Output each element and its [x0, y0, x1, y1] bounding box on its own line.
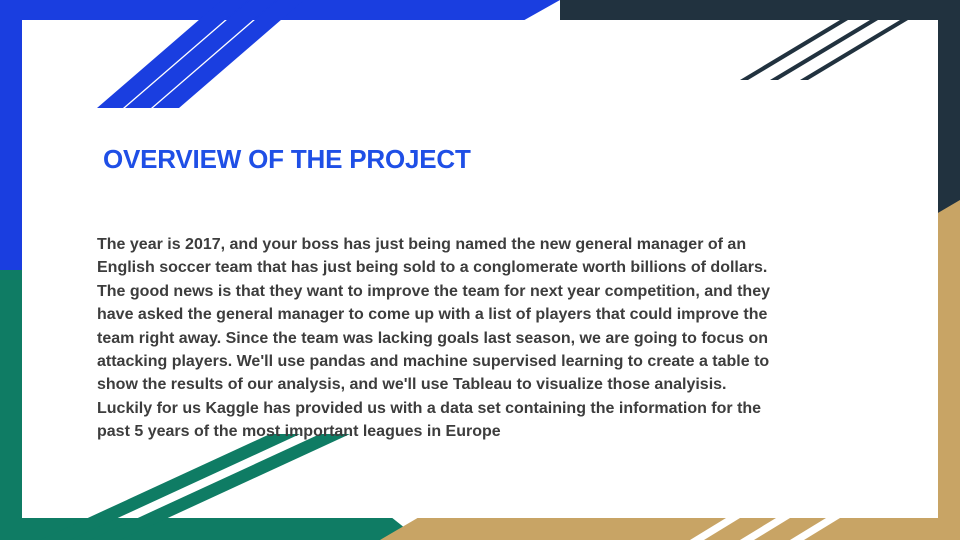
white-stripes-on-tan — [690, 518, 840, 540]
paragraph-line: Luckily for us Kaggle has provided us wi… — [97, 399, 762, 417]
slide: OVERVIEW OF THE PROJECT The year is 2017… — [0, 0, 960, 540]
green-stripes — [40, 434, 350, 540]
paragraph-line: past 5 years of the most important leagu… — [97, 423, 501, 441]
paragraph-line: team right away. Since the team was lack… — [97, 329, 769, 347]
paragraph-line: The good news is that they want to impro… — [97, 282, 770, 300]
slide-title: OVERVIEW OF THE PROJECT — [103, 144, 471, 174]
project-overview-paragraph: The year is 2017, and your boss has just… — [97, 233, 897, 444]
paragraph-line: show the results of our analysis, and we… — [97, 376, 727, 394]
dark-navy-stripes — [740, 20, 908, 80]
paragraph-line: attacking players. We'll use pandas and … — [97, 353, 770, 371]
paragraph-line: have asked the general manager to come u… — [97, 306, 768, 324]
paragraph-line: English soccer team that has just being … — [97, 259, 768, 277]
blue-stripes — [97, 0, 304, 108]
paragraph-line: The year is 2017, and your boss has just… — [97, 236, 747, 253]
